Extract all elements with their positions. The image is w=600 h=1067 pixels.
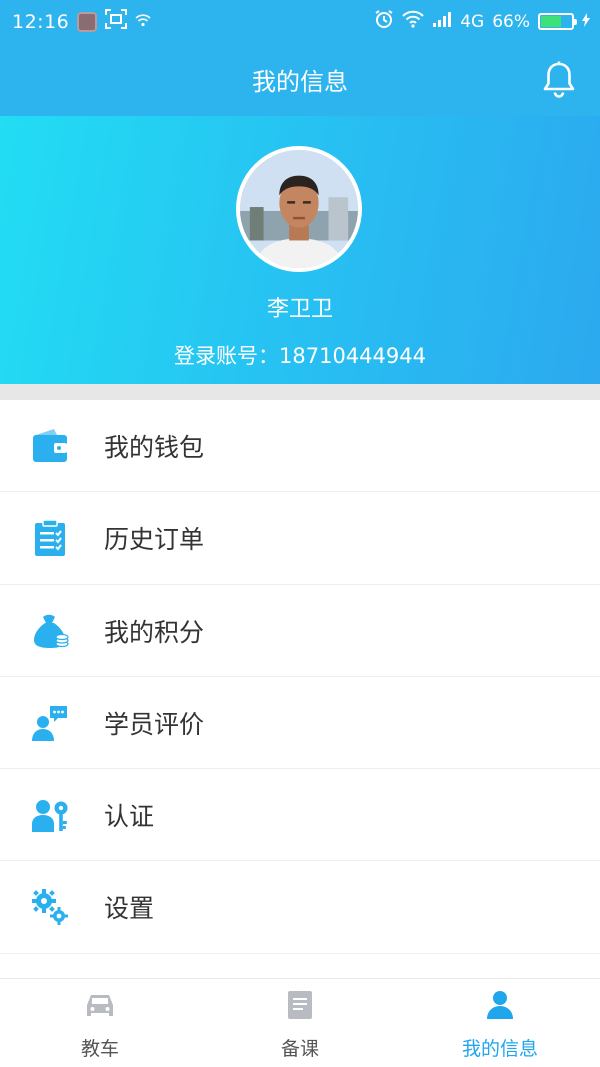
document-icon: [284, 989, 316, 1021]
avatar[interactable]: [236, 146, 362, 272]
money-bag-icon: [30, 611, 70, 651]
tab-teach-car[interactable]: 教车: [0, 979, 200, 1067]
menu-item-points[interactable]: 我的积分: [0, 584, 600, 677]
status-left: 12:16: [12, 9, 151, 34]
menu-list: 我的钱包 历史订单 我的积分 学员评价 认证 设置: [0, 400, 600, 954]
menu-item-certification[interactable]: 认证: [0, 769, 600, 862]
menu-label-history-orders: 历史订单: [104, 525, 205, 555]
tab-label-my-info: 我的信息: [461, 1038, 538, 1060]
menu-label-certification: 认证: [104, 802, 155, 832]
battery-icon: [538, 13, 577, 30]
menu-label-points: 我的积分: [104, 617, 205, 647]
page-title: 我的信息: [252, 68, 348, 96]
tab-my-info[interactable]: 我的信息: [400, 979, 600, 1067]
menu-item-settings[interactable]: 设置: [0, 861, 600, 954]
screenshot-icon: [105, 9, 128, 34]
gears-icon: [30, 887, 70, 927]
clipboard-list-icon: [30, 518, 70, 558]
tab-lesson-prep[interactable]: 备课: [200, 979, 400, 1067]
user-name: 李卫卫: [266, 297, 333, 322]
signal-icon: [432, 11, 452, 32]
bell-icon[interactable]: [538, 58, 580, 100]
menu-label-wallet: 我的钱包: [104, 433, 205, 462]
battery-percent: 66%: [492, 11, 530, 32]
status-time: 12:16: [12, 10, 70, 33]
alarm-icon: [374, 9, 394, 34]
status-bar: 12:16 4G 66%: [0, 0, 600, 42]
login-account: 登录账号：18710444944: [174, 344, 426, 368]
menu-item-student-reviews[interactable]: 学员评价: [0, 676, 600, 770]
tab-label-lesson-prep: 备课: [280, 1038, 319, 1060]
user-icon: [484, 989, 516, 1021]
menu-item-history-orders[interactable]: 历史订单: [0, 492, 600, 585]
menu-label-student-reviews: 学员评价: [104, 709, 205, 739]
wifi-icon: [402, 10, 424, 33]
notification-app-icon: [77, 11, 98, 32]
car-icon: [84, 989, 116, 1021]
profile-header: 李卫卫 登录账号：18710444944: [0, 116, 600, 384]
wifi-small-icon: [135, 11, 151, 32]
bottom-tab-bar: 教车 备课 我的信息: [0, 978, 600, 1067]
section-divider: [0, 384, 600, 400]
user-comment-icon: [30, 703, 70, 743]
tab-label-teach-car: 教车: [80, 1038, 119, 1060]
network-type: 4G: [460, 11, 485, 32]
avatar-photo: [240, 150, 358, 268]
wallet-icon: [30, 426, 70, 466]
title-bar: 我的信息: [0, 42, 600, 116]
status-right: 4G 66%: [374, 9, 590, 34]
menu-item-wallet[interactable]: 我的钱包: [0, 400, 600, 493]
user-key-icon: [30, 795, 70, 835]
charging-icon: [582, 12, 590, 32]
menu-label-settings: 设置: [104, 894, 155, 924]
